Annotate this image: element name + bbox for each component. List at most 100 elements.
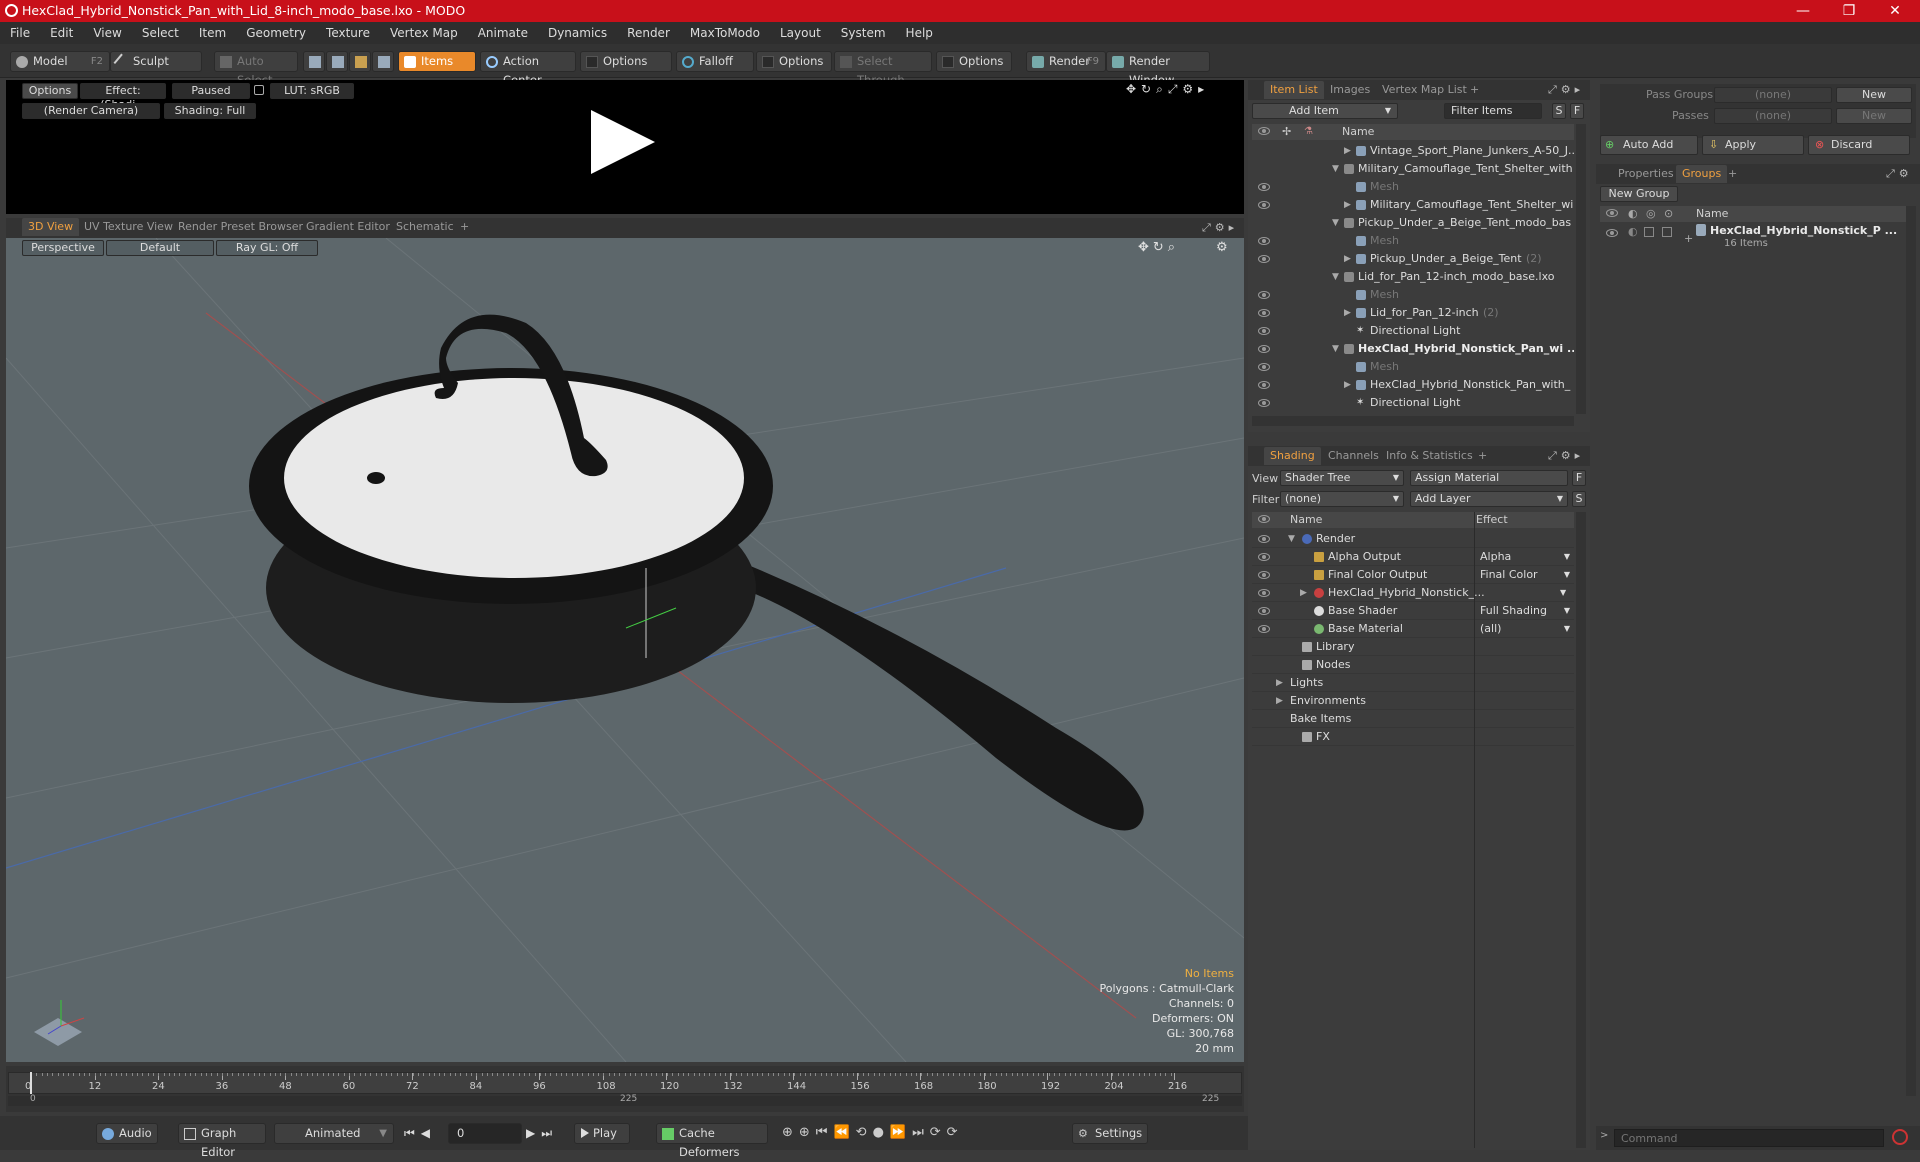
panel-icons[interactable]: ⤢⚙▸ xyxy=(1548,449,1584,463)
shader-tree-row[interactable]: Alpha Output Alpha ▼ xyxy=(1252,548,1574,566)
items-mode-button[interactable]: Items xyxy=(398,51,476,72)
tab-schematic[interactable]: Schematic xyxy=(390,218,460,236)
action-center-options-button[interactable]: Options xyxy=(580,51,672,72)
shader-tree-row[interactable]: Base Shader Full Shading ▼ xyxy=(1252,602,1574,620)
viewport-panel-icons[interactable]: ⤢⚙▸ xyxy=(1202,221,1238,235)
menu-file[interactable]: File xyxy=(0,22,40,44)
tab-gradient-editor[interactable]: Gradient Editor xyxy=(300,218,396,236)
animated-dropdown[interactable]: Animated ▼ xyxy=(274,1123,394,1144)
panel-icons[interactable]: ⤢⚙▸ xyxy=(1548,83,1584,97)
group-row[interactable]: ◐ + HexClad_Hybrid_Nonstick_P ... 16 Ite… xyxy=(1600,224,1906,254)
shading-f-button[interactable]: F xyxy=(1572,470,1586,486)
effect-dropdown[interactable]: Final Color ▼ xyxy=(1478,566,1574,584)
expand-arrow-icon[interactable]: ▶ xyxy=(1276,674,1283,692)
collapse-arrow-icon[interactable]: ▼ xyxy=(1332,340,1339,358)
visibility-eye-icon[interactable] xyxy=(1258,571,1270,579)
tab-channels[interactable]: Channels xyxy=(1322,447,1385,465)
item-list-row[interactable]: Mesh xyxy=(1252,286,1574,304)
item-list-row[interactable]: ▶ Military_Camouflage_Tent_Shelter_wi ... xyxy=(1252,196,1574,214)
timeline-range-bar[interactable]: 0 225 225 xyxy=(8,1094,1242,1106)
close-button[interactable]: ✕ xyxy=(1872,0,1918,22)
tab-uv-texture-view[interactable]: UV Texture View xyxy=(78,218,179,236)
auto-select-button[interactable]: Auto Select xyxy=(214,51,298,87)
perspective-dropdown[interactable]: Perspective xyxy=(22,240,104,256)
expand-plus-icon[interactable]: + xyxy=(1684,232,1693,245)
item-list-row[interactable]: Mesh xyxy=(1252,358,1574,376)
default-style-dropdown[interactable]: Default xyxy=(106,240,214,256)
menu-render[interactable]: Render xyxy=(617,22,680,44)
action-center-button[interactable]: Action Center xyxy=(480,51,576,87)
preview-nav-icons[interactable]: ✥↻⌕⤢⚙▸ xyxy=(1126,82,1209,97)
key-tool-icons[interactable]: ⊕⊕⏮⏪⟲●⏩⏭⟳⟳ xyxy=(782,1125,964,1140)
playhead[interactable] xyxy=(30,1072,32,1094)
collapse-arrow-icon[interactable]: ▼ xyxy=(1288,530,1295,548)
raygl-toggle[interactable]: Ray GL: Off xyxy=(216,240,318,256)
pass-groups-dropdown[interactable]: (none) xyxy=(1714,87,1832,103)
viewport-nav-icons[interactable]: ✥↻⌕ xyxy=(1138,240,1179,255)
frame-input[interactable]: 0 xyxy=(448,1123,522,1144)
preview-shading-dropdown[interactable]: Shading: Full xyxy=(164,103,256,119)
collapse-arrow-icon[interactable]: ▼ xyxy=(1332,160,1339,178)
shader-tree-row[interactable]: Base Material (all) ▼ xyxy=(1252,620,1574,638)
item-list-row[interactable]: ▼ Pickup_Under_a_Beige_Tent_modo_bas ... xyxy=(1252,214,1574,232)
new-pass-group-button[interactable]: New xyxy=(1836,87,1912,103)
add-item-dropdown[interactable]: Add Item ▼ xyxy=(1252,103,1398,119)
audio-button[interactable]: Audio xyxy=(96,1123,158,1144)
visibility-eye-icon[interactable] xyxy=(1258,535,1270,543)
new-group-button[interactable]: New Group xyxy=(1600,186,1678,202)
select-checkbox[interactable] xyxy=(1662,227,1672,237)
graph-editor-button[interactable]: Graph Editor xyxy=(178,1123,266,1159)
shading-s-button[interactable]: S xyxy=(1572,491,1586,507)
tab-3d-view[interactable]: 3D View xyxy=(22,218,80,236)
view-dropdown[interactable]: Shader Tree ▼ xyxy=(1280,470,1404,486)
visibility-eye-icon[interactable] xyxy=(1258,625,1270,633)
filter-dropdown[interactable]: (none) ▼ xyxy=(1280,491,1404,507)
filter-s-button[interactable]: S xyxy=(1552,103,1566,119)
panel-icons[interactable]: ⤢⚙ xyxy=(1886,167,1913,181)
select-through-button[interactable]: Select Through xyxy=(834,51,932,87)
visibility-eye-icon[interactable] xyxy=(1258,399,1270,407)
collapse-arrow-icon[interactable]: ▼ xyxy=(1332,214,1339,232)
render-column-icon[interactable]: ◐ xyxy=(1628,206,1638,222)
select-column-icon[interactable]: ⊙ xyxy=(1664,206,1673,222)
visibility-eye-icon[interactable] xyxy=(1258,255,1270,263)
viewport-settings-icon[interactable]: ⚙ xyxy=(1216,240,1228,255)
effect-dropdown[interactable]: (all) ▼ xyxy=(1478,620,1574,638)
item-list-row[interactable]: ✶ Directional Light xyxy=(1252,322,1574,340)
expand-arrow-icon[interactable]: ▶ xyxy=(1276,692,1283,710)
visibility-eye-icon[interactable] xyxy=(1258,201,1270,209)
render-column-icon[interactable]: ⚗ xyxy=(1304,124,1313,140)
render-toggle-icon[interactable]: ◐ xyxy=(1628,225,1638,238)
menu-texture[interactable]: Texture xyxy=(316,22,380,44)
item-list-row[interactable]: ▼ Military_Camouflage_Tent_Shelter_with .… xyxy=(1252,160,1574,178)
tab-info-statistics[interactable]: Info & Statistics xyxy=(1380,447,1479,465)
visibility-eye-icon[interactable] xyxy=(1258,183,1270,191)
visibility-eye-icon[interactable] xyxy=(1258,553,1270,561)
tab-images[interactable]: Images xyxy=(1324,81,1376,99)
menu-maxtomodo[interactable]: MaxToModo xyxy=(680,22,770,44)
add-tab-button[interactable]: + xyxy=(1472,447,1493,465)
visibility-eye-icon[interactable] xyxy=(1258,291,1270,299)
menu-geometry[interactable]: Geometry xyxy=(236,22,316,44)
sculpt-mode-button[interactable]: Sculpt xyxy=(110,51,202,72)
menu-vertex-map[interactable]: Vertex Map xyxy=(380,22,468,44)
menu-dynamics[interactable]: Dynamics xyxy=(538,22,617,44)
select-through-options-button[interactable]: Options xyxy=(936,51,1012,72)
expand-arrow-icon[interactable]: ▶ xyxy=(1344,376,1351,394)
command-expand-icon[interactable]: > xyxy=(1600,1130,1608,1141)
passes-dropdown[interactable]: (none) xyxy=(1714,108,1832,124)
menu-help[interactable]: Help xyxy=(896,22,943,44)
shader-tree-row[interactable]: ▶ Lights xyxy=(1252,674,1574,692)
visibility-eye-icon[interactable] xyxy=(1258,327,1270,335)
falloff-options-button[interactable]: Options xyxy=(756,51,832,72)
shader-tree-scrollbar[interactable] xyxy=(1576,512,1586,1148)
add-tab-button[interactable]: + xyxy=(454,218,475,236)
tab-vertex-map-list[interactable]: Vertex Map List xyxy=(1376,81,1473,99)
shader-tree-row[interactable]: Final Color Output Final Color ▼ xyxy=(1252,566,1574,584)
transport-forward-icons[interactable]: ▶⏭ xyxy=(526,1126,558,1141)
render-window-button[interactable]: Render Window xyxy=(1106,51,1210,87)
filter-f-button[interactable]: F xyxy=(1570,103,1584,119)
add-layer-dropdown[interactable]: Add Layer ▼ xyxy=(1410,491,1568,507)
add-tab-button[interactable]: + xyxy=(1722,165,1743,183)
tab-render-preset-browser[interactable]: Render Preset Browser xyxy=(172,218,309,236)
